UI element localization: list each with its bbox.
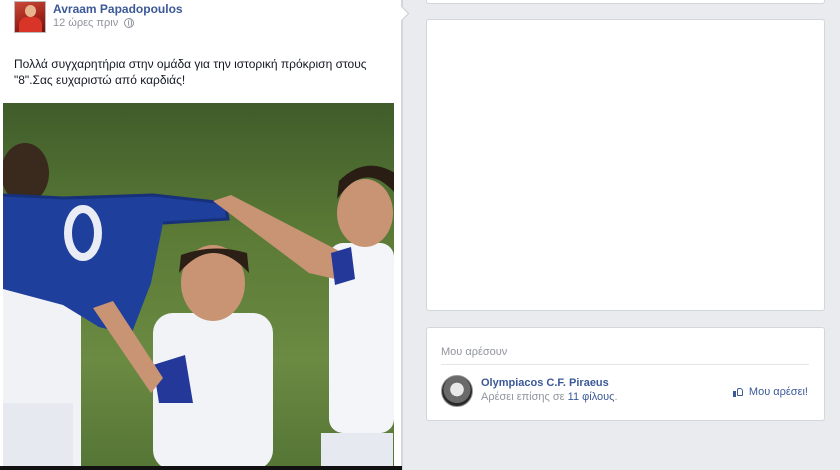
- photo-bottom-bar: [0, 466, 402, 470]
- post-author-name[interactable]: Avraam Papadopoulos: [53, 2, 183, 16]
- page-name-link[interactable]: Olympiacos C.F. Piraeus: [481, 377, 609, 389]
- player-right-sleeve: [331, 247, 355, 285]
- like-button-label: Μου αρέσει!: [748, 386, 808, 398]
- author-avatar[interactable]: [14, 1, 46, 33]
- page-sub-suffix: .: [614, 391, 618, 403]
- post-text-line2: "8".Σας ευχαριστώ από καρδιάς!: [14, 73, 186, 87]
- likes-divider: [441, 364, 809, 365]
- page-sub-prefix: Αρέσει επίσης σε: [481, 391, 568, 403]
- avatar-head: [25, 5, 36, 17]
- sidebar-top-card: [426, 0, 825, 4]
- likes-title[interactable]: Μου αρέσουν: [441, 346, 507, 358]
- page-logo[interactable]: [441, 375, 473, 407]
- likes-card: Μου αρέσουν Olympiacos C.F. Piraeus Αρέσ…: [426, 327, 825, 421]
- sidebar-blank-card: [426, 19, 825, 311]
- post-meta: 12 ώρες πριν: [53, 17, 135, 29]
- globe-icon[interactable]: [124, 18, 135, 28]
- like-page-button[interactable]: Μου αρέσει!: [732, 386, 808, 398]
- post-text: Πολλά συγχαρητήρια στην ομάδα για την ισ…: [14, 56, 394, 88]
- avatar-body: [19, 17, 42, 32]
- post-timestamp[interactable]: 12 ώρες πριν: [53, 17, 118, 29]
- post-text-line1: Πολλά συγχαρητήρια στην ομάδα για την ισ…: [14, 57, 367, 71]
- player-right-shorts: [321, 433, 393, 470]
- page-friends-info: Αρέσει επίσης σε 11 φίλους.: [481, 391, 618, 403]
- photo-illustration: [3, 143, 394, 470]
- friends-link[interactable]: 11 φίλους: [568, 391, 615, 403]
- player-right-face: [337, 179, 393, 247]
- player-left-shorts: [3, 403, 73, 470]
- post-card: Avraam Papadopoulos 12 ώρες πριν Πολλά σ…: [0, 0, 402, 470]
- thumbs-up-icon: [732, 387, 744, 397]
- post-photo[interactable]: [3, 103, 394, 470]
- column-divider: [402, 0, 403, 470]
